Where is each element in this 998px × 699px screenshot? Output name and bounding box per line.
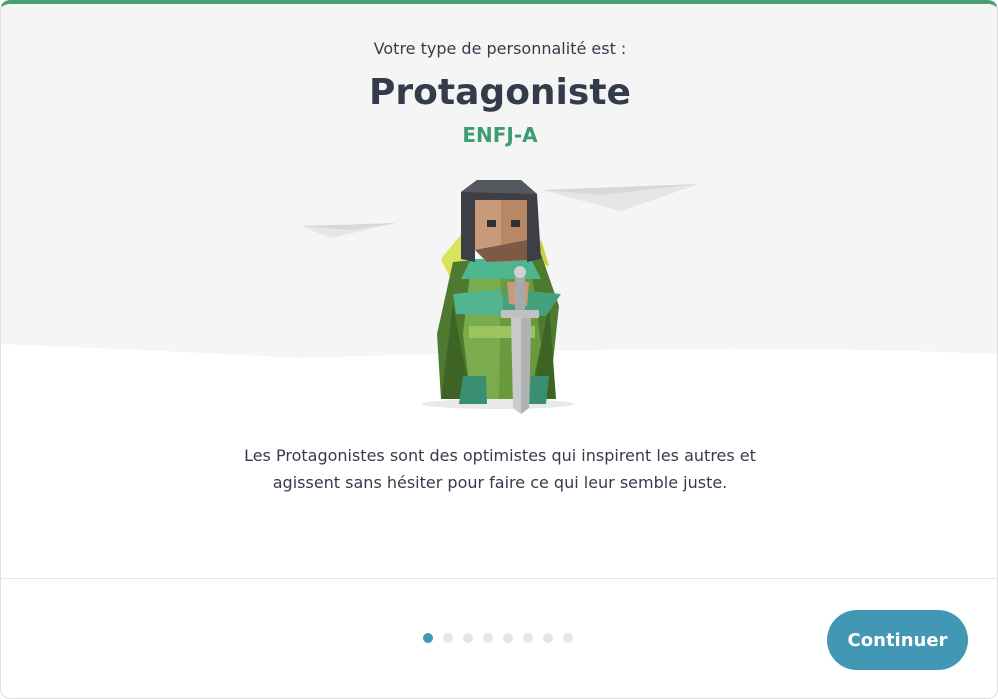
pagination-dot-1 <box>423 633 433 643</box>
pagination-dot-4 <box>483 633 493 643</box>
pagination-dots <box>423 633 573 645</box>
footer-divider <box>1 578 997 579</box>
pagination-dot-8 <box>563 633 573 643</box>
pagination-dot-6 <box>523 633 533 643</box>
personality-description: Les Protagonistes sont des optimistes qu… <box>244 446 756 492</box>
continue-button[interactable]: Continuer <box>827 610 968 670</box>
personality-type-code: ENFJ-A <box>462 123 538 147</box>
personality-type-name: Protagoniste <box>369 72 631 113</box>
pagination-dot-5 <box>503 633 513 643</box>
pagination-dot-3 <box>463 633 473 643</box>
result-card: Votre type de personnalité est : Protago… <box>0 0 998 699</box>
pagination-dot-2 <box>443 633 453 643</box>
pagination-dot-7 <box>543 633 553 643</box>
illustration-scene <box>1 4 997 434</box>
result-intro: Votre type de personnalité est : <box>373 39 627 58</box>
protagonist-knight-icon <box>437 180 561 414</box>
